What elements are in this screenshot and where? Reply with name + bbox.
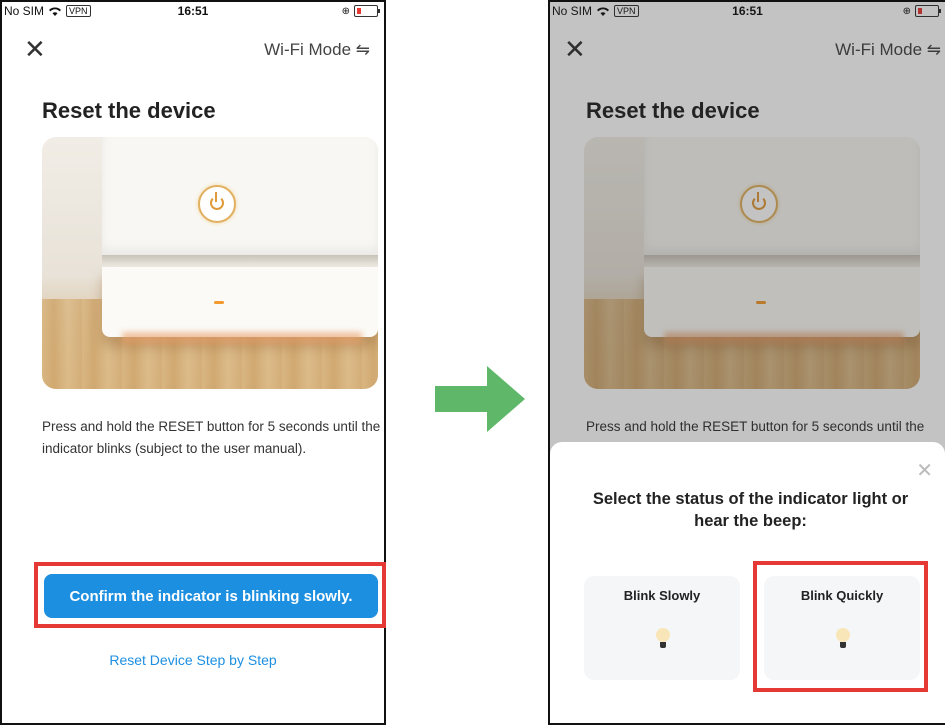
highlight-box-confirm <box>34 562 386 628</box>
status-bar: No SIM VPN 16:51 ⊕ <box>2 2 384 20</box>
indicator-led <box>214 301 224 304</box>
close-icon[interactable]: ✕ <box>24 36 46 62</box>
sheet-title: Select the status of the indicator light… <box>592 490 909 530</box>
power-icon <box>198 185 236 223</box>
clock: 16:51 <box>177 4 209 18</box>
wifi-icon <box>49 6 62 16</box>
sheet-close-icon[interactable]: ✕ <box>916 458 933 483</box>
bulb-icon <box>656 628 670 650</box>
device-reset-illustration <box>42 137 378 389</box>
page-title: Reset the device <box>42 98 216 123</box>
battery-icon <box>354 5 380 17</box>
carrier-label: No SIM <box>4 4 45 18</box>
reset-instructions: Press and hold the RESET button for 5 se… <box>42 419 381 456</box>
highlight-box-blink-quickly <box>753 561 928 692</box>
option-blink-slowly[interactable]: Blink Slowly <box>584 576 740 680</box>
wifi-mode-toggle[interactable]: Wi-Fi Mode ⇋ <box>264 40 370 60</box>
arrow-right-icon <box>435 366 525 432</box>
orientation-lock-icon: ⊕ <box>341 5 350 17</box>
option-label: Blink Slowly <box>623 588 701 603</box>
reset-step-by-step-link[interactable]: Reset Device Step by Step <box>2 652 384 668</box>
vpn-badge: VPN <box>66 5 91 17</box>
